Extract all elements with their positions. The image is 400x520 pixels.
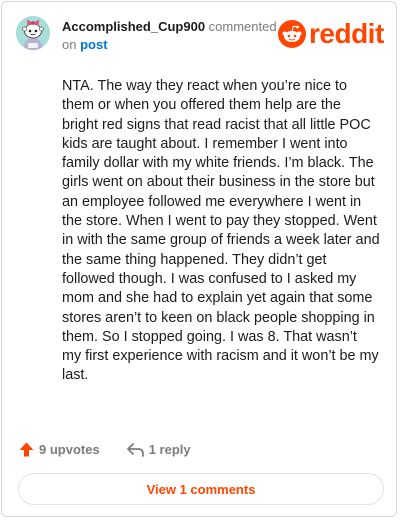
comment-card: Accomplished_Cup900 commented on post re… <box>1 1 397 517</box>
reply-button[interactable]: 1 reply <box>126 441 191 458</box>
comment-body: NTA. The way they react when you’re nice… <box>62 78 380 384</box>
on-label: on <box>62 37 77 52</box>
reply-count: 1 reply <box>148 441 191 457</box>
view-comments-button[interactable]: View 1 comments <box>18 473 384 505</box>
commented-label: commented <box>208 19 277 34</box>
user-avatar[interactable] <box>16 16 50 50</box>
comment-actions: 9 upvotes 1 reply <box>18 438 191 460</box>
username-link[interactable]: Accomplished_Cup900 <box>62 19 205 34</box>
reddit-logo[interactable]: reddit <box>278 16 386 52</box>
upvote-arrow-icon <box>19 442 34 456</box>
reply-arrow-icon <box>126 442 144 457</box>
post-link[interactable]: post <box>80 37 107 52</box>
comment-header: Accomplished_Cup900 commented on post re… <box>16 16 386 56</box>
upvote-count: 9 upvotes <box>39 441 100 457</box>
upvote-button[interactable]: 9 upvotes <box>18 441 100 458</box>
comment-meta: Accomplished_Cup900 commented on post <box>62 18 282 54</box>
snoo-avatar-icon <box>16 16 50 50</box>
reddit-snoo-icon <box>278 20 306 48</box>
reddit-wordmark: reddit <box>309 18 384 49</box>
